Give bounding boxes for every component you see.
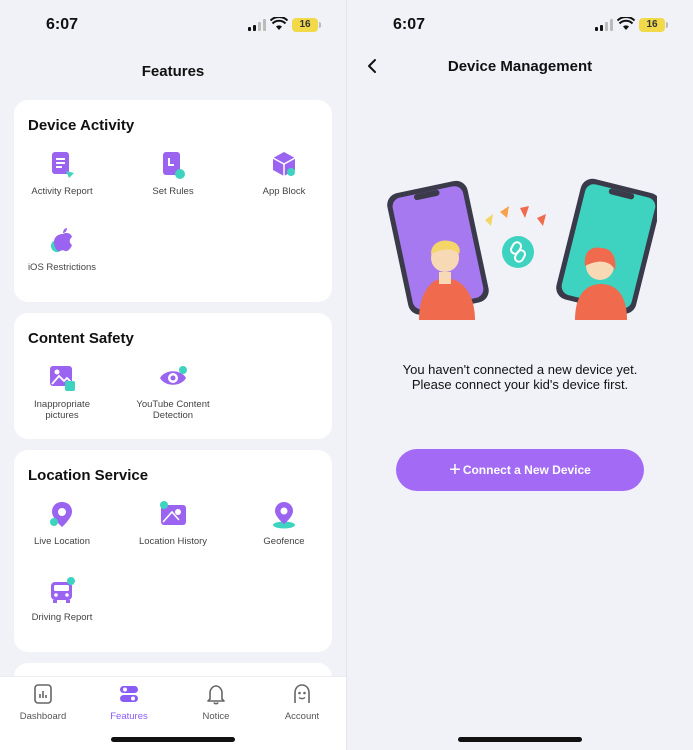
inappropriate-pictures-button[interactable]: Inappropriate pictures	[12, 363, 112, 421]
feature-label: App Block	[262, 186, 306, 197]
image-icon	[50, 366, 75, 391]
ios-restrictions-button[interactable]: iOS Restrictions	[12, 226, 112, 273]
tab-features[interactable]: Features	[86, 683, 172, 722]
app-block-icon	[272, 152, 296, 176]
features-screen: 6:07 16 Features Device Activity Activit…	[0, 0, 346, 750]
battery-indicator: 16	[639, 18, 668, 32]
tab-dashboard[interactable]: Dashboard	[0, 683, 86, 722]
wifi-icon	[617, 17, 635, 30]
location-history-button[interactable]: Location History	[123, 500, 223, 547]
battery-indicator: 16	[292, 18, 321, 32]
set-rules-button[interactable]: Set Rules	[123, 150, 223, 197]
device-management-screen: 6:07 16 Device Management You haven't co…	[347, 0, 693, 750]
connect-new-device-button[interactable]: + Connect a New Device	[396, 449, 644, 491]
feature-label: Activity Report	[31, 186, 93, 197]
tab-bar: Dashboard Features Notice Account	[0, 676, 346, 750]
tab-label: Notice	[202, 711, 230, 722]
driving-report-button[interactable]: Driving Report	[12, 576, 112, 623]
wifi-icon	[270, 17, 288, 30]
eye-icon	[160, 366, 187, 385]
message-line-1: You haven't connected a new device yet.	[402, 362, 638, 377]
status-bar: 6:07 16	[347, 0, 693, 50]
feature-label: Driving Report	[31, 612, 93, 623]
tab-account[interactable]: Account	[259, 683, 345, 722]
status-time: 6:07	[46, 16, 79, 33]
tab-notice[interactable]: Notice	[173, 683, 259, 722]
features-icon	[120, 686, 138, 702]
dashboard-icon	[34, 684, 52, 704]
activity-report-button[interactable]: Activity Report	[12, 150, 112, 197]
message-line-2: Please connect your kid's device first.	[411, 377, 629, 392]
status-time: 6:07	[393, 16, 426, 33]
app-block-button[interactable]: App Block	[234, 150, 334, 197]
feature-label: Location History	[138, 536, 208, 547]
device-activity-card: Device Activity Activity Report Set Rule…	[14, 100, 332, 302]
set-rules-icon	[163, 152, 185, 179]
connect-button-label: Connect a New Device	[462, 463, 591, 477]
feature-label: Inappropriate pictures	[34, 399, 90, 421]
section-title: Content Safety	[28, 330, 134, 347]
tab-label: Features	[110, 711, 148, 722]
location-service-card: Location Service Live Location Location …	[14, 450, 332, 652]
feature-label: Set Rules	[152, 186, 194, 197]
feature-label: Geofence	[263, 536, 305, 547]
feature-label: YouTube Content Detection	[136, 399, 210, 421]
map-history-icon	[160, 501, 186, 525]
cellular-signal-icon	[595, 19, 613, 31]
home-indicator	[458, 737, 582, 742]
tab-label: Dashboard	[19, 711, 67, 722]
youtube-content-detection-button[interactable]: YouTube Content Detection	[123, 363, 223, 421]
account-icon	[294, 684, 310, 703]
home-indicator	[111, 737, 235, 742]
page-title: Device Management	[447, 58, 593, 75]
car-icon	[51, 577, 75, 603]
bell-icon	[207, 685, 225, 705]
page-title: Features	[141, 63, 205, 80]
status-bar: 6:07 16	[0, 0, 346, 50]
feature-label: iOS Restrictions	[27, 262, 97, 273]
empty-state-message: You haven't connected a new device yet. …	[347, 362, 693, 392]
feature-label: Live Location	[34, 536, 90, 547]
content-safety-card: Content Safety Inappropriate pictures Yo…	[14, 313, 332, 439]
section-title: Device Activity	[28, 117, 135, 134]
section-title: Location Service	[28, 467, 149, 484]
location-pin-icon	[50, 502, 72, 527]
live-location-button[interactable]: Live Location	[12, 500, 112, 547]
geofence-button[interactable]: Geofence	[234, 500, 334, 547]
tab-label: Account	[284, 711, 320, 722]
apple-icon	[51, 228, 72, 252]
connect-devices-illustration	[387, 178, 657, 320]
plus-icon: +	[449, 459, 461, 481]
cellular-signal-icon	[248, 19, 266, 31]
geofence-icon	[273, 502, 295, 529]
activity-report-icon	[52, 152, 74, 178]
